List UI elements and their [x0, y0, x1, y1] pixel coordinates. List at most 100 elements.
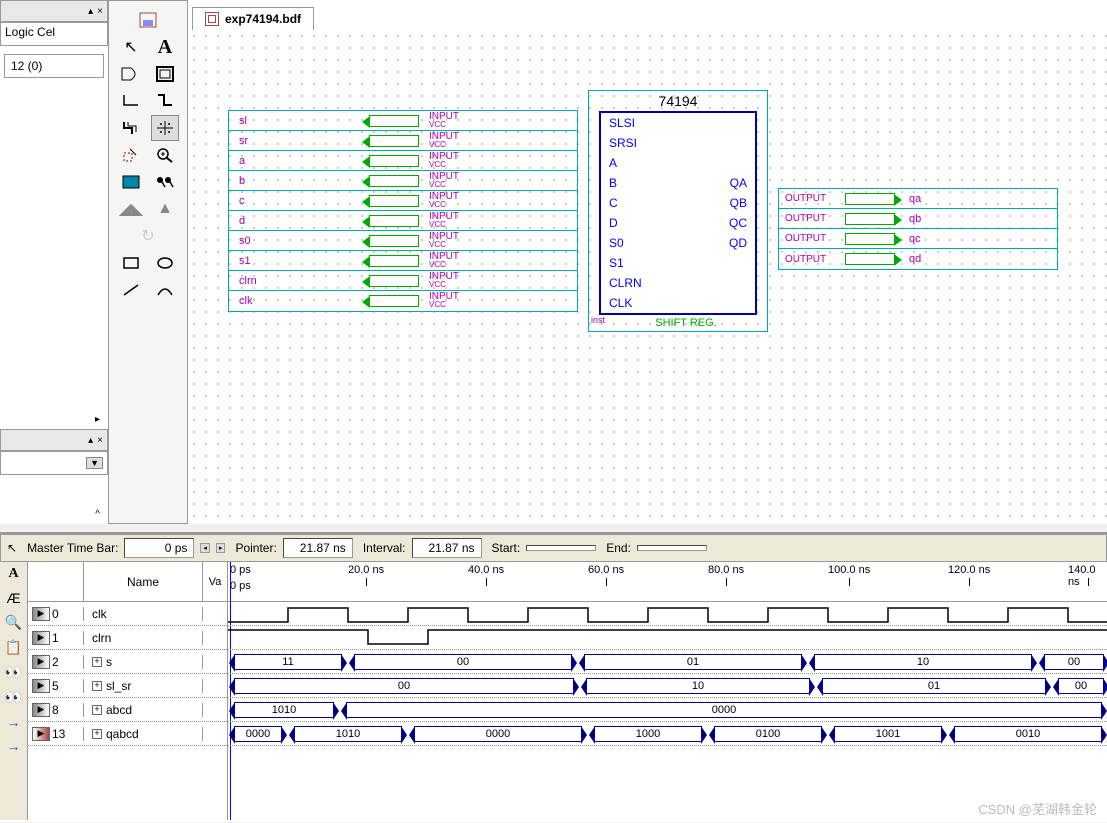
- waveform-clk[interactable]: [228, 602, 1107, 626]
- start-value[interactable]: [526, 545, 596, 551]
- waveform-sl_sr[interactable]: 00100100: [228, 674, 1107, 698]
- tool-text-icon[interactable]: A: [151, 34, 179, 60]
- panel-pin-icon[interactable]: ▴: [88, 435, 93, 446]
- wave-tool-left-icon[interactable]: →: [7, 714, 21, 730]
- input-pin-b[interactable]: b INPUT VCC: [229, 171, 577, 191]
- time-spinner[interactable]: ▸: [216, 543, 226, 553]
- tool-flip-v-icon[interactable]: ▲: [151, 196, 179, 222]
- tool-probe-icon[interactable]: [151, 115, 179, 141]
- input-symbol-icon: [369, 215, 419, 227]
- waveform-qabcd[interactable]: 0000101000001000010010010010: [228, 722, 1107, 746]
- wave-tool-ae-icon[interactable]: Æ: [7, 590, 21, 606]
- time-tick: 40.0 ns: [468, 564, 504, 576]
- output-pin-qc[interactable]: OUTPUT qc: [779, 229, 1057, 249]
- time-ruler[interactable]: 0 ps 0 ps 20.0 ns40.0 ns60.0 ns80.0 ns10…: [228, 562, 1107, 602]
- scroll-indicator-icon[interactable]: ^: [0, 505, 108, 524]
- time-spinner[interactable]: ◂: [200, 543, 210, 553]
- signal-node-abcd[interactable]: ▶8 +abcd: [28, 698, 227, 722]
- node-name: sl_sr: [106, 679, 131, 693]
- output-pin-qa[interactable]: OUTPUT qa: [779, 189, 1057, 209]
- watermark-text: CSDN @芜湖韩金轮: [978, 799, 1097, 818]
- output-pin-qd[interactable]: OUTPUT qd: [779, 249, 1057, 269]
- signal-node-qabcd[interactable]: ▶13 +qabcd: [28, 722, 227, 746]
- wave-tool-copy-icon[interactable]: 📋: [5, 639, 22, 656]
- expand-icon[interactable]: +: [92, 729, 102, 739]
- input-pin-clk[interactable]: clk INPUT VCC: [229, 291, 577, 311]
- tool-save-icon[interactable]: [134, 7, 162, 33]
- tool-zoom-icon[interactable]: [151, 142, 179, 168]
- end-value[interactable]: [637, 545, 707, 551]
- tool-rect-icon[interactable]: [117, 250, 145, 276]
- signal-node-s[interactable]: ▶2 +s: [28, 650, 227, 674]
- outputs-block: OUTPUT qaOUTPUT qbOUTPUT qcOUTPUT qd: [778, 188, 1058, 270]
- logic-cell-value: 12 (0): [4, 54, 104, 78]
- expand-icon[interactable]: +: [92, 681, 102, 691]
- panel-header-1: ▴ ×: [0, 0, 108, 22]
- tool-block-icon[interactable]: [151, 61, 179, 87]
- pin-label: s1: [229, 255, 369, 267]
- time-tick: 100.0 ns: [828, 564, 870, 576]
- panel-pin-icon[interactable]: ▴: [88, 6, 93, 17]
- input-pin-c[interactable]: c INPUT VCC: [229, 191, 577, 211]
- chip-74194[interactable]: 74194 SLSISRSIABQACQBDQCS0QDS1CLRNCLK in…: [588, 90, 768, 332]
- wave-tool-text-icon[interactable]: A: [8, 566, 18, 582]
- scroll-down-icon[interactable]: ▸: [0, 410, 108, 429]
- input-pin-s0[interactable]: s0 INPUT VCC: [229, 231, 577, 251]
- master-time-value[interactable]: 0 ps: [124, 538, 194, 558]
- expand-icon[interactable]: +: [92, 657, 102, 667]
- wave-tool-right-icon[interactable]: →: [7, 738, 21, 754]
- panel-close-icon[interactable]: ×: [97, 435, 103, 446]
- tool-line-icon[interactable]: [117, 277, 145, 303]
- tool-bus-icon[interactable]: [117, 115, 145, 141]
- input-symbol-icon: [369, 175, 419, 187]
- pin-vcc: VCC: [429, 121, 459, 129]
- tool-find-icon[interactable]: [151, 169, 179, 195]
- node-index: 2: [52, 655, 59, 669]
- chip-pin-left: S0: [609, 236, 624, 250]
- pin-label: b: [229, 175, 369, 187]
- signal-node-sl_sr[interactable]: ▶5 +sl_sr: [28, 674, 227, 698]
- output-pin-qb[interactable]: OUTPUT qb: [779, 209, 1057, 229]
- tab-file[interactable]: exp74194.bdf: [192, 7, 314, 30]
- tool-pointer-icon[interactable]: ↖: [117, 34, 145, 60]
- input-pin-s1[interactable]: s1 INPUT VCC: [229, 251, 577, 271]
- node-name: clk: [92, 607, 107, 621]
- input-pin-sl[interactable]: sl INPUT VCC: [229, 111, 577, 131]
- tool-gate-icon[interactable]: [117, 61, 145, 87]
- tool-flip-h-icon[interactable]: ◢◣: [117, 196, 145, 222]
- tool-arc-icon[interactable]: [151, 277, 179, 303]
- waveform-clrn[interactable]: [228, 626, 1107, 650]
- tool-rotate-icon[interactable]: ↻: [134, 223, 162, 249]
- input-pin-a[interactable]: a INPUT VCC: [229, 151, 577, 171]
- signal-node-clk[interactable]: ▶0 clk: [28, 602, 227, 626]
- schematic-canvas[interactable]: sl INPUT VCC sr INPUT VCC a INPUT VCC b …: [188, 30, 1107, 524]
- input-pin-clrn[interactable]: clrn INPUT VCC: [229, 271, 577, 291]
- pin-vcc: VCC: [429, 161, 459, 169]
- interval-label: Interval:: [363, 541, 406, 555]
- tool-fullscreen-icon[interactable]: [117, 169, 145, 195]
- wave-tool-find2-icon[interactable]: 👀: [5, 689, 22, 706]
- dropdown-icon[interactable]: ▼: [86, 457, 103, 469]
- expand-icon[interactable]: +: [92, 705, 102, 715]
- tool-oval-icon[interactable]: [151, 250, 179, 276]
- tool-orthogonal-icon[interactable]: [117, 88, 145, 114]
- signal-node-clrn[interactable]: ▶1 clrn: [28, 626, 227, 650]
- input-pin-d[interactable]: d INPUT VCC: [229, 211, 577, 231]
- bus-segment: 1000: [594, 726, 702, 742]
- pin-vcc: VCC: [429, 221, 459, 229]
- input-node-icon: ▶: [32, 655, 50, 669]
- tool-rubber-icon[interactable]: [117, 142, 145, 168]
- tool-diagonal-icon[interactable]: [151, 88, 179, 114]
- input-pin-sr[interactable]: sr INPUT VCC: [229, 131, 577, 151]
- bdf-file-icon: [205, 12, 219, 26]
- wave-pointer-icon[interactable]: ↖: [7, 541, 17, 555]
- waveform-abcd[interactable]: 10100000: [228, 698, 1107, 722]
- bus-segment: 0000: [414, 726, 582, 742]
- pin-label: s0: [229, 235, 369, 247]
- waveform-s[interactable]: 1100011000: [228, 650, 1107, 674]
- schematic-toolbox: ↖ A ◢◣ ▲ ↻: [108, 0, 188, 524]
- wave-tool-zoom-icon[interactable]: 🔍: [5, 614, 22, 631]
- panel-close-icon[interactable]: ×: [97, 6, 103, 17]
- wave-tool-find-icon[interactable]: 👀: [5, 664, 22, 681]
- output-node-icon: ▶: [32, 727, 50, 741]
